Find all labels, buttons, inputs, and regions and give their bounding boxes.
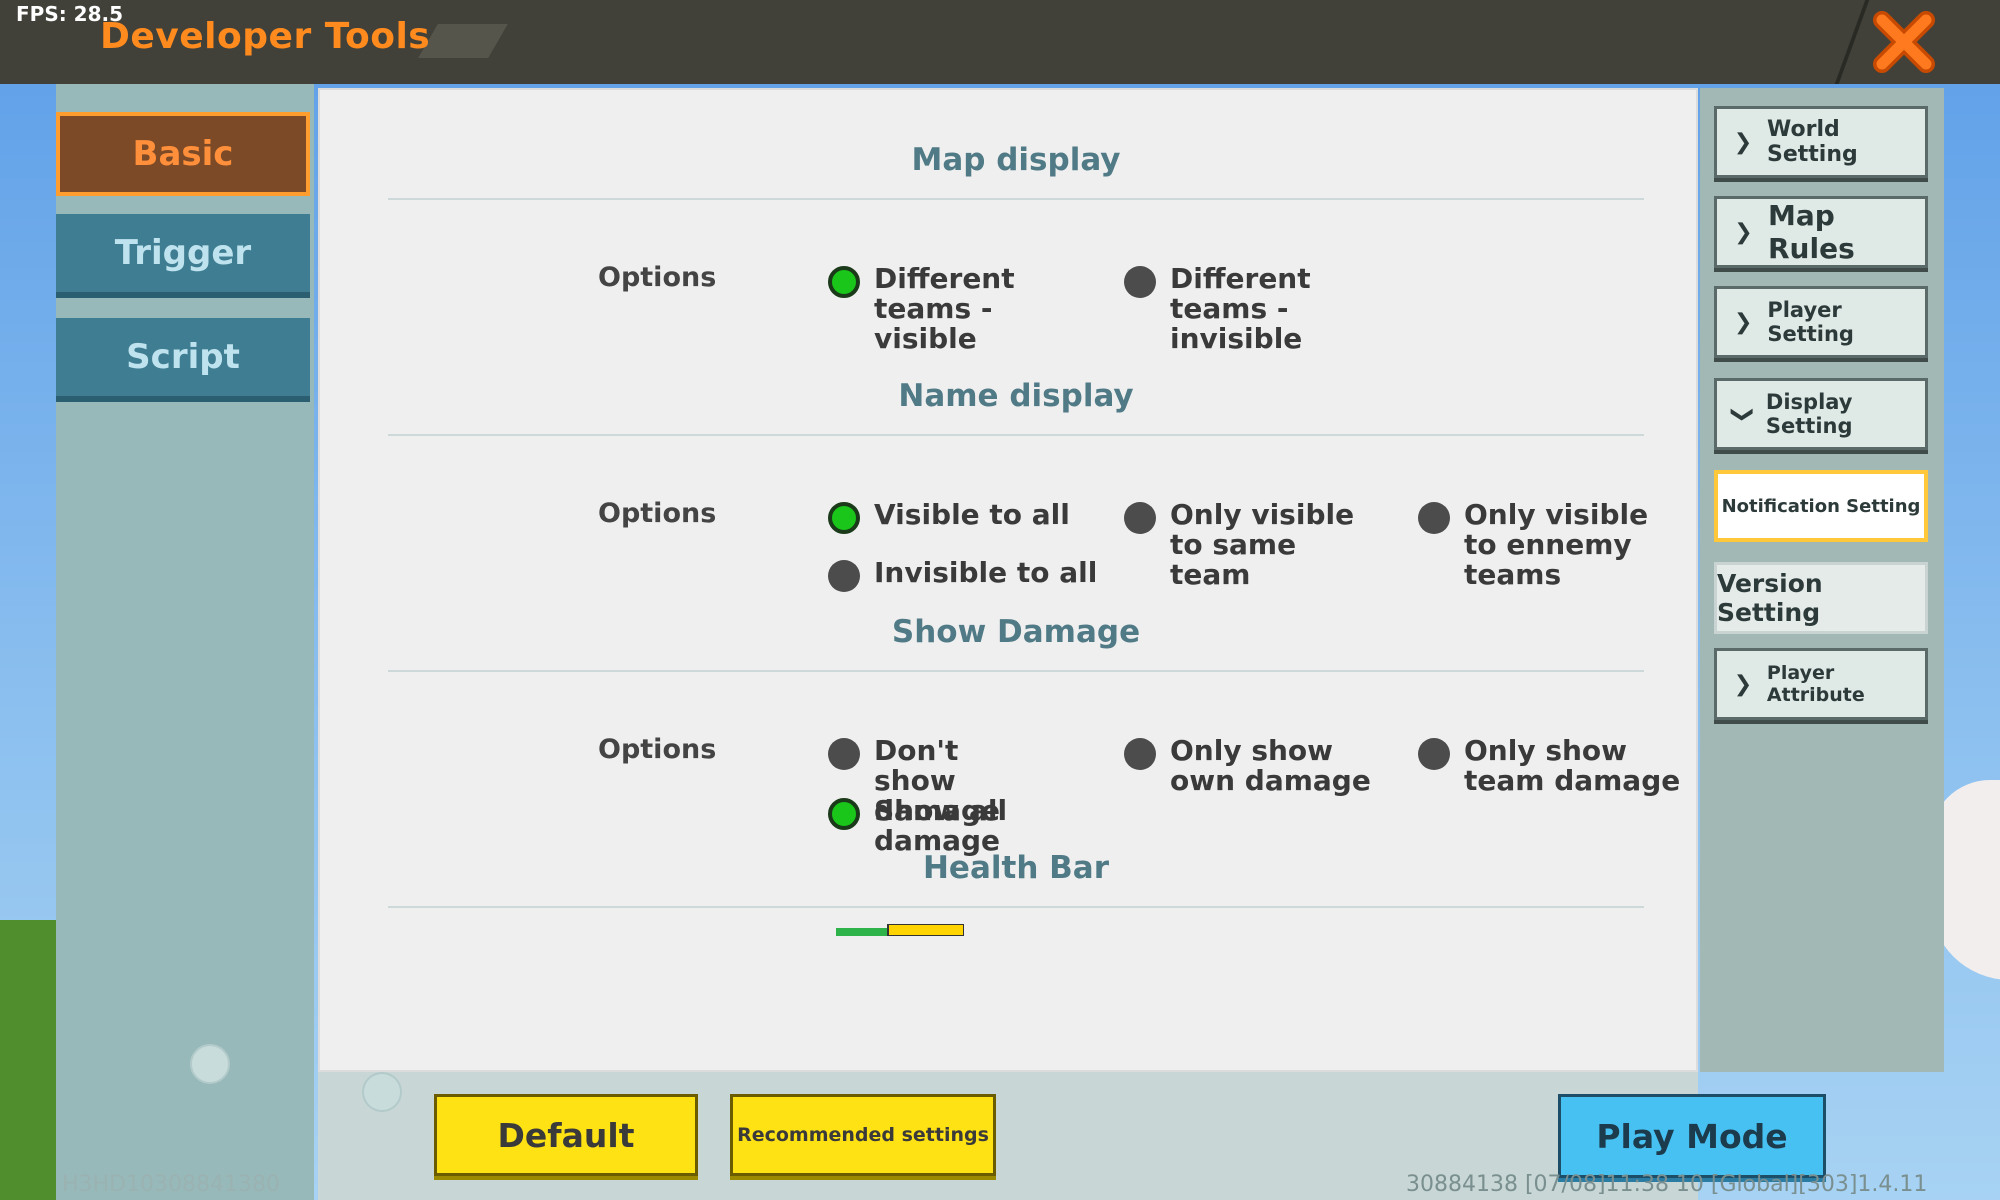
chevron-right-icon: ❯ xyxy=(1734,219,1753,245)
menu-player-attribute[interactable]: ❯ Player Attribute xyxy=(1714,648,1928,720)
button-label: Default xyxy=(497,1115,635,1155)
menu-display-setting[interactable]: ❯ Display Setting xyxy=(1714,378,1928,450)
radio-label: Only show own damage xyxy=(1170,734,1371,797)
settings-category-menu: ❯ World Setting ❯ Map Rules ❯ Player Set… xyxy=(1700,88,1944,1072)
joystick-knob xyxy=(362,1072,402,1112)
radio-label: Visible to all xyxy=(874,498,1070,531)
chevron-right-icon: ❯ xyxy=(1733,129,1753,155)
radio-label: Only visible to same team xyxy=(1170,498,1355,591)
radio-dot xyxy=(1124,266,1156,298)
tab-trigger[interactable]: Trigger xyxy=(56,214,310,298)
button-label: Play Mode xyxy=(1596,1116,1788,1156)
radio-only-visible-same-team[interactable]: Only visible to same team xyxy=(1124,500,1384,590)
section-title-map-display: Map display xyxy=(911,142,1121,178)
settings-panel: Map display Options Different teams - vi… xyxy=(318,88,1698,1072)
radio-label: Different teams - invisible xyxy=(1170,262,1311,355)
section-divider xyxy=(388,670,1644,672)
health-bar-preview xyxy=(836,924,964,936)
section-divider xyxy=(388,434,1644,436)
radio-invisible-to-all[interactable]: Invisible to all xyxy=(828,558,1098,592)
section-title-name-display: Name display xyxy=(898,378,1134,414)
tab-basic[interactable]: Basic xyxy=(56,112,310,196)
section-title-health-bar: Health Bar xyxy=(922,850,1110,886)
radio-dot xyxy=(1418,738,1450,770)
menu-label: Version Setting xyxy=(1717,569,1823,627)
page-title: Developer Tools xyxy=(100,16,431,57)
radio-dot xyxy=(1124,738,1156,770)
top-bar: FPS: 28.5 Developer Tools xyxy=(0,0,2000,84)
section-title-show-damage: Show Damage xyxy=(891,614,1141,650)
tab-label: Basic xyxy=(132,134,234,174)
radio-different-teams-invisible[interactable]: Different teams - invisible xyxy=(1124,264,1404,354)
radio-label: Show all damage xyxy=(874,794,1008,857)
options-label: Options xyxy=(598,734,717,765)
menu-label: Player Setting xyxy=(1767,298,1854,346)
radio-label: Different teams - visible xyxy=(874,262,1015,355)
radio-different-teams-visible[interactable]: Different teams - visible xyxy=(828,264,1098,354)
chevron-right-icon: ❯ xyxy=(1733,309,1753,335)
radio-dot xyxy=(1124,502,1156,534)
radio-dot xyxy=(1418,502,1450,534)
radio-show-all-damage[interactable]: Show all damage xyxy=(828,796,1028,856)
chevron-down-icon: ❯ xyxy=(1729,404,1755,424)
section-divider xyxy=(388,198,1644,200)
section-divider xyxy=(388,906,1644,908)
close-button[interactable] xyxy=(1868,6,1940,78)
menu-label: World Setting xyxy=(1767,117,1858,167)
joystick-knob xyxy=(190,1044,230,1084)
radio-only-visible-enemy-teams[interactable]: Only visible to ennemy teams xyxy=(1418,500,1688,590)
radio-only-show-team-damage[interactable]: Only show team damage xyxy=(1418,736,1688,796)
play-mode-button[interactable]: Play Mode xyxy=(1558,1094,1826,1178)
version-info: 30884138 [07/08]11:38 10 [Global][303]1.… xyxy=(1406,1172,1928,1197)
radio-dot xyxy=(828,266,860,298)
default-button[interactable]: Default xyxy=(434,1094,698,1176)
device-id: H3HD10308841380 xyxy=(62,1172,280,1197)
tab-script[interactable]: Script xyxy=(56,318,310,402)
menu-label: Notification Setting xyxy=(1721,495,1921,517)
button-label: Recommended settings xyxy=(737,1124,989,1146)
chevron-right-icon: ❯ xyxy=(1733,671,1753,697)
radio-label: Only visible to ennemy teams xyxy=(1464,498,1649,591)
menu-player-setting[interactable]: ❯ Player Setting xyxy=(1714,286,1928,358)
radio-dot xyxy=(828,560,860,592)
menu-map-rules[interactable]: ❯ Map Rules xyxy=(1714,196,1928,268)
recommended-settings-button[interactable]: Recommended settings xyxy=(730,1094,996,1176)
radio-label: Only show team damage xyxy=(1464,734,1681,797)
left-tab-panel: Basic Trigger Script xyxy=(56,84,314,1200)
options-label: Options xyxy=(598,498,717,529)
radio-dot xyxy=(828,798,860,830)
radio-dot xyxy=(828,502,860,534)
menu-label: Display Setting xyxy=(1765,390,1853,438)
options-label: Options xyxy=(598,262,717,293)
topbar-divider xyxy=(1834,0,1870,84)
radio-only-show-own-damage[interactable]: Only show own damage xyxy=(1124,736,1384,796)
tab-label: Script xyxy=(126,337,240,377)
menu-version-setting[interactable]: Version Setting xyxy=(1714,562,1928,634)
menu-world-setting[interactable]: ❯ World Setting xyxy=(1714,106,1928,178)
radio-dot xyxy=(828,738,860,770)
topbar-decoration xyxy=(418,24,508,58)
menu-label: Map Rules xyxy=(1768,199,1855,265)
menu-label: Player Attribute xyxy=(1766,662,1865,706)
close-x-icon xyxy=(1873,11,1935,73)
radio-label: Invisible to all xyxy=(874,556,1098,589)
tab-label: Trigger xyxy=(114,233,252,273)
radio-visible-to-all[interactable]: Visible to all xyxy=(828,500,1098,534)
menu-notification-setting[interactable]: Notification Setting xyxy=(1714,470,1928,542)
